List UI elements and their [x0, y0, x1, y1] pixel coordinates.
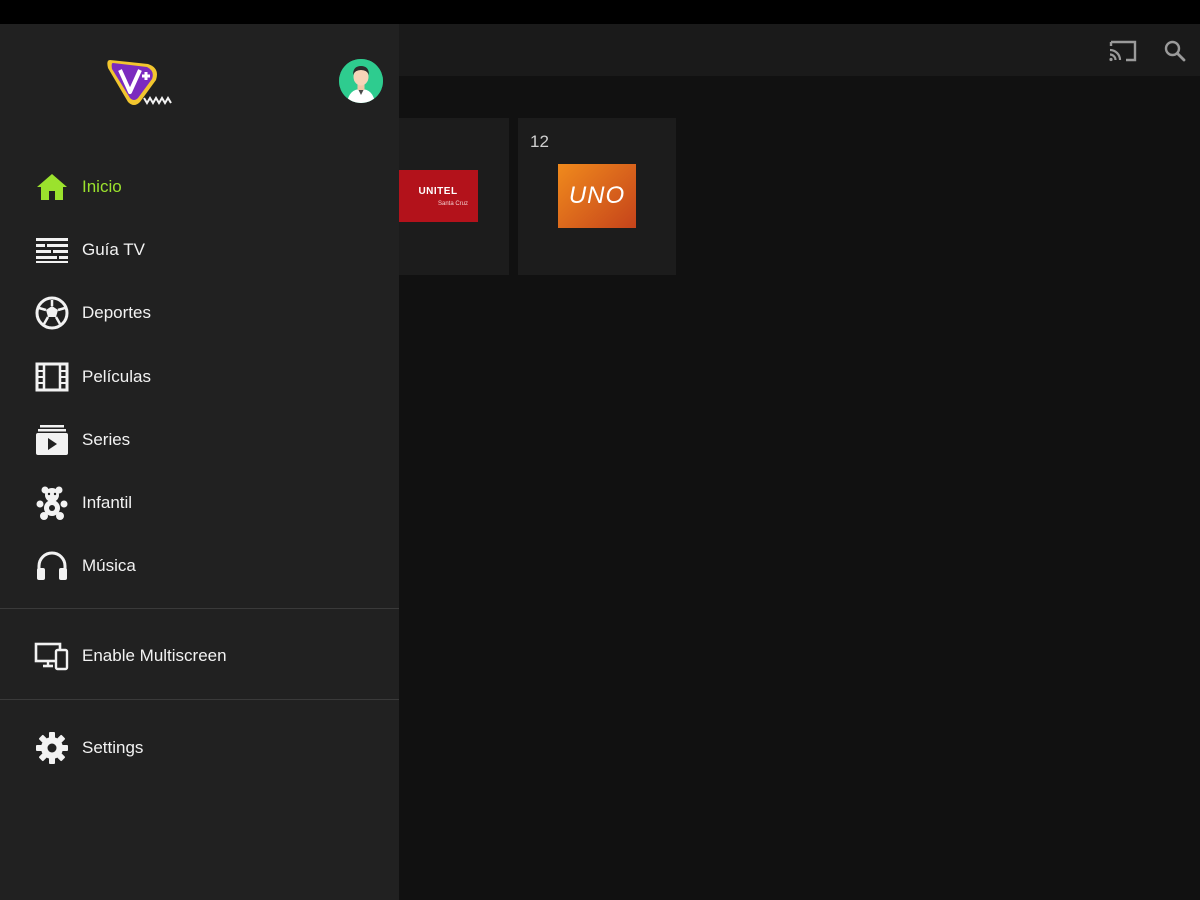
avatar[interactable]: [339, 59, 383, 103]
nav-item-musica[interactable]: Música: [0, 535, 399, 598]
nav-item-deportes[interactable]: Deportes: [0, 282, 399, 345]
channel-logo: UNITEL Santa Cruz: [398, 170, 478, 222]
divider: [0, 608, 399, 609]
gear-icon: [34, 730, 70, 766]
search-icon: [1164, 40, 1186, 62]
nav-item-label: Inicio: [82, 176, 122, 196]
soccer-ball-icon: [34, 295, 70, 331]
channel-number: 12: [530, 132, 549, 151]
channel-card[interactable]: 12 UNO: [518, 118, 676, 275]
cast-button[interactable]: [1108, 36, 1138, 66]
tv-guide-icon: [34, 232, 70, 268]
nav-item-label: Series: [82, 429, 131, 449]
nav-item-label: Infantil: [82, 493, 133, 513]
brand-logo: [104, 54, 180, 110]
nav-item-guia-tv[interactable]: Guía TV: [0, 218, 399, 281]
teddy-bear-icon: [34, 485, 70, 521]
nav-list: Inicio Guía TV Deportes Películas Series…: [0, 155, 399, 598]
nav-item-label: Películas: [82, 366, 151, 386]
cast-icon: [1109, 40, 1137, 62]
channel-logo-subtext: Santa Cruz: [437, 200, 468, 207]
home-icon: [34, 169, 70, 205]
headphones-icon: [34, 548, 70, 584]
multiscreen-label: Enable Multiscreen: [82, 646, 227, 665]
multiscreen-icon: [34, 638, 70, 674]
channel-logo: UNO: [558, 164, 636, 228]
nav-item-label: Deportes: [82, 303, 151, 323]
divider: [0, 699, 399, 700]
enable-multiscreen-button[interactable]: Enable Multiscreen: [0, 624, 399, 688]
nav-item-series[interactable]: Series: [0, 408, 399, 471]
series-icon: [34, 422, 70, 458]
nav-item-label: Guía TV: [82, 239, 145, 259]
film-icon: [34, 359, 70, 395]
nav-item-infantil[interactable]: Infantil: [0, 471, 399, 534]
search-button[interactable]: [1160, 36, 1190, 66]
nav-item-label: Música: [82, 556, 136, 576]
nav-item-inicio[interactable]: Inicio: [0, 155, 399, 218]
channel-logo-text: UNITEL: [418, 185, 458, 197]
channel-logo-text: UNO: [568, 182, 626, 209]
settings-button[interactable]: Settings: [0, 716, 399, 780]
nav-item-peliculas[interactable]: Películas: [0, 345, 399, 408]
navigation-drawer: Inicio Guía TV Deportes Películas Series…: [0, 24, 399, 900]
status-bar: [0, 0, 1200, 24]
settings-label: Settings: [82, 738, 144, 757]
